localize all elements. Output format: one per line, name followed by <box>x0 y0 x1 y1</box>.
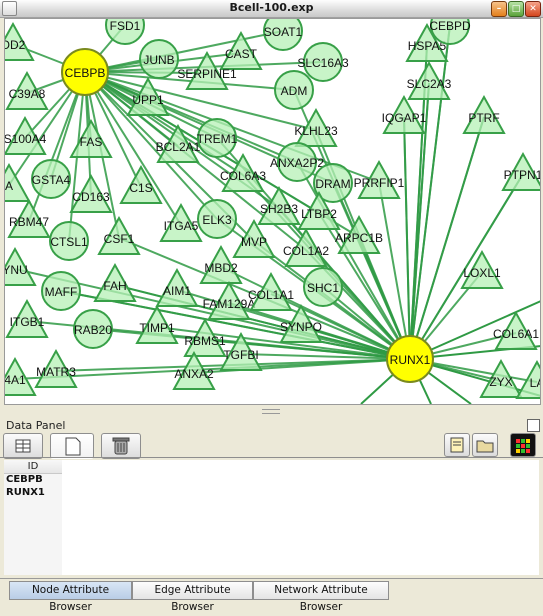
node-label: COL1A1 <box>248 288 294 302</box>
node-label: CEBPD <box>429 19 471 33</box>
node-label: FAS <box>80 135 103 149</box>
undock-icon[interactable] <box>527 419 540 432</box>
node-label: CD163 <box>72 190 110 204</box>
select-attributes-button[interactable] <box>3 433 43 459</box>
node-label: ADM <box>281 84 308 98</box>
folder-icon <box>476 440 494 453</box>
network-graph[interactable]: FSD1 OD2 C39A8 S100A4 A RBM47 YNU ITGB1 4A1 MATR3… <box>5 19 540 404</box>
node-label: SLC2A3 <box>407 77 452 91</box>
node-label: ITGB1 <box>10 315 45 329</box>
node-label: ELK3 <box>202 213 232 227</box>
open-file-button[interactable] <box>472 433 498 457</box>
node-label: DRAM <box>315 177 350 191</box>
node-label: SLC16A3 <box>297 56 349 70</box>
node-label: C1S <box>129 181 152 195</box>
data-panel-label: Data Panel <box>6 419 66 432</box>
tab-edge-attribute-browser[interactable]: Edge Attribute Browser <box>132 581 253 613</box>
node-label: LOXL1 <box>463 266 501 280</box>
node-label: ANXA2 <box>174 367 214 381</box>
heatmap-button[interactable] <box>510 433 536 457</box>
node-label: COL6A3 <box>220 169 266 183</box>
node-label: COL6A1 <box>493 327 539 341</box>
heatmap-icon <box>516 439 530 453</box>
id-column: ID CEBPB RUNX1 <box>4 460 62 575</box>
node-label: ZYX <box>489 375 512 389</box>
node-label: YNU <box>5 263 28 277</box>
node-label: C39A8 <box>9 87 46 101</box>
node-label: LTBP2 <box>301 207 337 221</box>
table-icon <box>15 439 31 453</box>
document-icon <box>450 437 464 453</box>
node-label: COL1A2 <box>283 244 329 258</box>
close-button[interactable]: ✕ <box>525 1 541 17</box>
node-label: OD2 <box>5 38 26 52</box>
minimize-button[interactable]: – <box>491 1 507 17</box>
panel-splitter[interactable] <box>0 405 543 415</box>
table-row[interactable]: RUNX1 <box>4 487 64 499</box>
tab-network-attribute-browser[interactable]: Network Attribute Browser <box>253 581 389 613</box>
node-label: PTRF <box>468 111 499 125</box>
node-label: MVP <box>241 235 267 249</box>
import-table-button[interactable] <box>444 433 470 457</box>
node-label: ARPC1B <box>335 231 383 245</box>
window-titlebar: Bcell-100.exp – □ ✕ <box>0 0 543 18</box>
node-label: SYNPO <box>280 320 322 334</box>
node-label: RAB20 <box>74 323 112 337</box>
trash-icon <box>112 437 130 455</box>
node-label: SHC1 <box>307 281 339 295</box>
table-row[interactable]: CEBPB <box>4 474 64 486</box>
node-label: JUNB <box>143 53 174 67</box>
node-label: FAH <box>103 279 126 293</box>
node-label: AIM1 <box>163 284 191 298</box>
hub-node-label: CEBPB <box>65 66 106 80</box>
tab-node-attribute-browser[interactable]: Node Attribute Browser <box>9 581 132 613</box>
node-label: CSF1 <box>104 232 135 246</box>
node-label: KLHL23 <box>294 124 338 138</box>
node-label: S100A4 <box>5 132 47 146</box>
node-label: SOAT1 <box>264 25 303 39</box>
hub-node-label: RUNX1 <box>390 353 431 367</box>
node-label: LA <box>530 376 540 390</box>
id-column-header[interactable]: ID <box>4 460 62 474</box>
node-label: RBM47 <box>9 215 49 229</box>
node-label: SERPINE1 <box>177 67 237 81</box>
node-label: TIMP1 <box>139 321 175 335</box>
node-label: FSD1 <box>110 19 141 33</box>
node-label: TGFBI <box>223 348 258 362</box>
node-label: MAFF <box>45 285 78 299</box>
node-label: MATR3 <box>36 365 76 379</box>
node-label: SH2B3 <box>260 202 298 216</box>
browser-tabs: Node Attribute Browser Edge Attribute Br… <box>0 578 543 613</box>
node-label: 4A1 <box>5 373 26 387</box>
window-title: Bcell-100.exp <box>229 1 314 14</box>
delete-attribute-button[interactable] <box>101 433 141 459</box>
node-label: PRRFIP1 <box>354 176 405 190</box>
node-label: A <box>5 179 13 193</box>
network-canvas[interactable]: FSD1 OD2 C39A8 S100A4 A RBM47 YNU ITGB1 4A1 MATR3… <box>4 18 541 405</box>
node-label: IQGAP1 <box>382 111 427 125</box>
page-icon <box>65 437 81 456</box>
node-label: RBMS1 <box>184 334 226 348</box>
node-label: UPP1 <box>132 93 164 107</box>
node-label: BCL2A1 <box>156 140 201 154</box>
node-label: ANXA2P2 <box>270 156 324 170</box>
maximize-button[interactable]: □ <box>508 1 524 17</box>
node-label: GSTA4 <box>32 173 71 187</box>
new-attribute-button[interactable] <box>50 433 94 459</box>
node-label: ITGA5 <box>164 219 199 233</box>
network-edge[interactable] <box>403 116 411 360</box>
node-label: CAST <box>225 47 258 61</box>
attribute-table[interactable]: ID CEBPB RUNX1 <box>4 460 539 575</box>
node-label: TREM1 <box>197 132 238 146</box>
node-label: PTPN1 <box>504 168 540 182</box>
node-label: CTSL1 <box>50 235 88 249</box>
node-label: MBD2 <box>204 261 238 275</box>
